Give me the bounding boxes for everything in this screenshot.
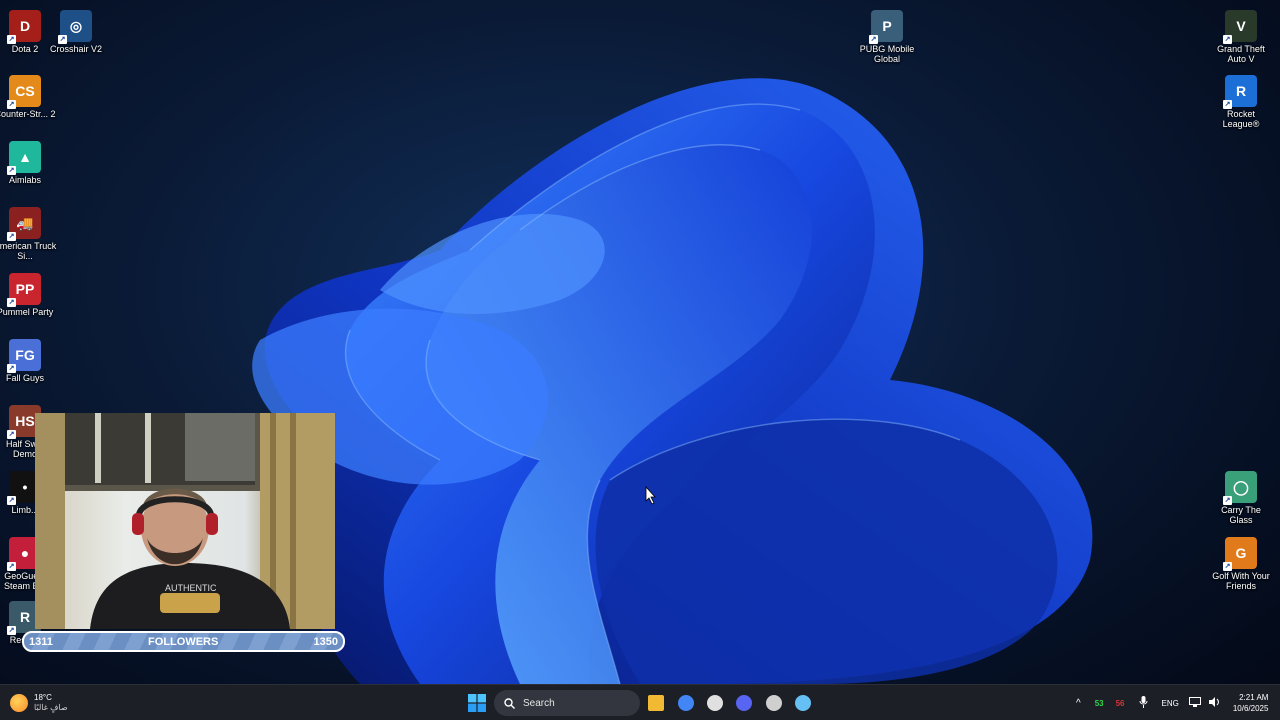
download-icon [707,695,723,711]
start-button[interactable] [466,692,488,714]
taskbar-app-button[interactable] [792,692,814,714]
weather-temp: 18°C [34,693,52,702]
carry-glass-icon: ◯ ↗ [1223,471,1257,505]
taskbar-app-button[interactable] [675,692,697,714]
gta5-icon: V ↗ [1223,10,1257,44]
taskbar-app-button[interactable] [704,692,726,714]
desktop-icon[interactable]: PP ↗ Pummel Party [0,273,57,317]
shortcut-arrow-icon: ↗ [7,430,16,439]
microphone-icon[interactable] [1139,696,1148,710]
weather-icon [10,694,28,712]
desktop-icon-label: American Truck Si... [0,241,57,261]
weather-widget[interactable]: 18°C صافٍ غالبًا [10,689,68,717]
weather-desc: صافٍ غالبًا [34,703,68,712]
fps-red: 56 [1115,698,1125,708]
streamer-webcam-feed: AUTHENTIC [35,413,335,629]
shortcut-arrow-icon: ↗ [869,35,878,44]
desktop-icon-label: Pummel Party [0,307,54,317]
desktop-icon[interactable]: 🚚↗American Truck Si... [0,207,57,261]
desktop-icon[interactable]: CS ↗ Counter-Str... 2 [0,75,57,119]
file-explorer-icon [648,695,664,711]
desktop-icon-label: Golf With Your Friends [1212,571,1270,591]
desktop-icon[interactable]: G ↗ Golf With Your Friends [1209,537,1273,591]
aimlabs-icon: ▲ ↗ [7,141,41,175]
desktop-icon[interactable]: FG ↗ Fall Guys [0,339,57,383]
pubg-mobile-icon: P ↗ [869,10,903,44]
clock-date: 10/6/2025 [1232,704,1269,713]
shortcut-arrow-icon: ↗ [1223,496,1232,505]
shortcut-arrow-icon: ↗ [7,232,16,241]
desktop-icon-label: Grand Theft Auto V [1217,44,1265,64]
desktop-icon-label: Rocket League® [1222,109,1260,129]
shortcut-arrow-icon: ↗ [7,35,16,44]
fps-green: 53 [1094,698,1104,708]
desktop-icon[interactable]: ◎ ↗ Crosshair V2 [44,10,108,54]
taskbar-app-button[interactable] [645,692,667,714]
svg-text:AUTHENTIC: AUTHENTIC [165,583,217,593]
taskbar-search-box[interactable]: Search [494,690,640,716]
followers-label: FOLLOWERS [148,635,219,648]
windows-logo-icon [468,694,486,712]
rocket-league-icon: R ↗ [1223,75,1257,109]
search-icon [504,697,515,709]
taskbar-app-button[interactable] [763,692,785,714]
truck-icon: 🚚 ↗ [7,207,41,241]
shortcut-arrow-icon: ↗ [7,562,16,571]
desktop-icon[interactable]: ▲ ↗ Aimlabs [0,141,57,185]
shortcut-arrow-icon: ↗ [7,100,16,109]
webcam-overlay: AUTHENTIC [35,413,335,629]
desktop-icon[interactable]: R ↗ Rocket League® [1209,75,1273,129]
golf-icon: G ↗ [1223,537,1257,571]
shortcut-arrow-icon: ↗ [1223,562,1232,571]
desktop-icon-label: Counter-Str... 2 [0,109,56,119]
followers-goal: 1350 [313,635,338,648]
pummel-party-icon: PP ↗ [7,273,41,307]
desktop-icon-label: Carry The Glass [1221,505,1261,525]
network-icon[interactable] [1188,697,1201,709]
system-tray: ^ 53 56 ENG 2:21 AM 10/6/2025 [1076,685,1268,720]
clock[interactable]: 2:21 AM 10/6/2025 [1233,692,1269,714]
language-indicator[interactable]: ENG [1162,699,1179,708]
shortcut-arrow-icon: ↗ [7,298,16,307]
desktop-icon[interactable]: P ↗ PUBG Mobile Global [855,10,919,64]
shortcut-arrow-icon: ↗ [7,626,16,635]
crosshair-icon: ◎ ↗ [58,10,92,44]
followers-goal-bar: 1311 FOLLOWERS 1350 [22,631,345,652]
desktop-icon[interactable]: V ↗ Grand Theft Auto V [1209,10,1273,64]
clock-time: 2:21 AM [1239,693,1269,702]
shortcut-arrow-icon: ↗ [7,496,16,505]
desktop-icon-label: Crosshair V2 [49,44,103,54]
volume-icon[interactable] [1208,697,1221,709]
shortcut-arrow-icon: ↗ [1223,35,1232,44]
desktop-icon-label: PUBG Mobile Global [859,44,915,64]
chrome-icon [678,695,694,711]
desktop: D ↗ Dota 2 ◎ ↗ Crosshair V2 CS ↗ Counter-Str... … [0,0,1280,720]
shortcut-arrow-icon: ↗ [1223,100,1232,109]
desktop-icon-label: Aimlabs [8,175,41,185]
desktop-icon-label: Fall Guys [5,373,44,383]
dota2-icon: D ↗ [7,10,41,44]
shortcut-arrow-icon: ↗ [7,166,16,175]
discord-icon [736,695,752,711]
show-hidden-icons-chevron-icon[interactable]: ^ [1076,698,1081,709]
shortcut-arrow-icon: ↗ [58,35,67,44]
steam-icon [795,695,811,711]
taskbar-app-button[interactable] [733,692,755,714]
desktop-icon[interactable]: ◯ ↗ Carry The Glass [1209,471,1273,525]
followers-current: 1311 [29,635,53,648]
counter-strike-icon: CS ↗ [7,75,41,109]
fall-guys-icon: FG ↗ [7,339,41,373]
shortcut-arrow-icon: ↗ [7,364,16,373]
search-placeholder: Search [523,697,555,709]
obs-icon [766,695,782,711]
taskbar: 18°C صافٍ غالبًا Search ^ 53 56 ENG 2:21… [0,684,1280,720]
